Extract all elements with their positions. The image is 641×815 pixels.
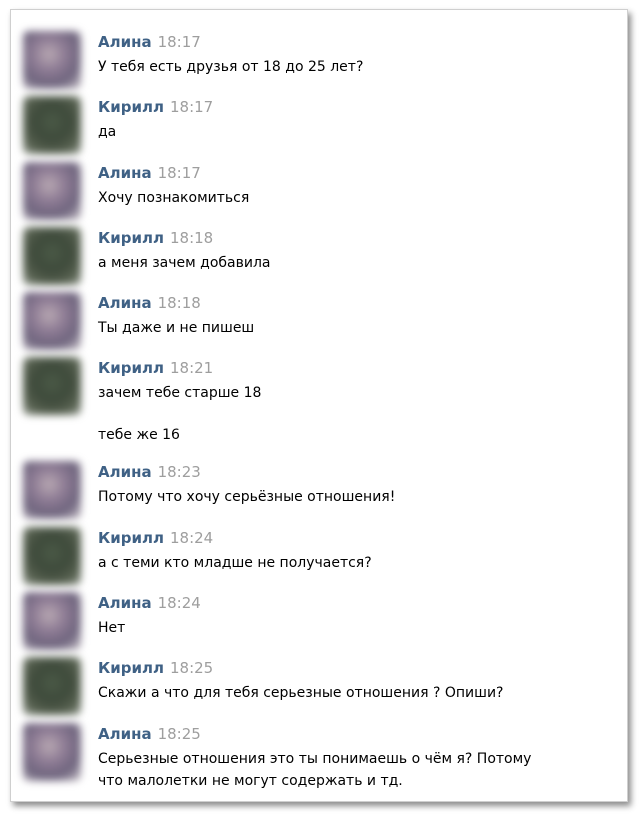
message-text: тебе же 16 — [98, 427, 180, 443]
author-name[interactable]: Алина — [98, 164, 152, 182]
message-text: Скажи а что для тебя серьезные отношения… — [98, 685, 504, 701]
avatar[interactable] — [23, 31, 81, 89]
message-text: Нет — [98, 620, 126, 636]
author-name[interactable]: Кирилл — [98, 359, 164, 377]
author-name[interactable]: Алина — [98, 725, 152, 743]
message-time: 18:21 — [170, 359, 214, 377]
message-time: 18:23 — [157, 463, 201, 481]
author-name[interactable]: Кирилл — [98, 229, 164, 247]
author-name[interactable]: Алина — [98, 33, 152, 51]
message-text: Серьезные отношения это ты понимаешь о ч… — [98, 751, 532, 767]
avatar[interactable] — [23, 657, 81, 715]
message-time: 18:18 — [157, 294, 201, 312]
message-header: Кирилл 18:25 — [98, 658, 213, 678]
message-time: 18:17 — [157, 164, 201, 182]
message-time: 18:24 — [170, 529, 214, 547]
message-time: 18:24 — [157, 594, 201, 612]
message-time: 18:17 — [157, 33, 201, 51]
author-name[interactable]: Кирилл — [98, 659, 164, 677]
message-time: 18:18 — [170, 229, 214, 247]
avatar[interactable] — [23, 96, 81, 154]
message-header: Кирилл 18:24 — [98, 528, 213, 548]
message-header: Кирилл 18:21 — [98, 358, 213, 378]
avatar[interactable] — [23, 162, 81, 220]
message-header: Кирилл 18:18 — [98, 228, 213, 248]
avatar[interactable] — [23, 357, 81, 415]
author-name[interactable]: Кирилл — [98, 529, 164, 547]
message-text: а меня зачем добавила — [98, 255, 271, 271]
message-header: Алина 18:17 — [98, 163, 201, 183]
message-header: Алина 18:17 — [98, 32, 201, 52]
avatar[interactable] — [23, 527, 81, 585]
message-text: что малолетки не могут содержать и тд. — [98, 773, 403, 789]
author-name[interactable]: Алина — [98, 463, 152, 481]
message-text: да — [98, 124, 117, 140]
message-header: Алина 18:23 — [98, 462, 201, 482]
message-text: У тебя есть друзья от 18 до 25 лет? — [98, 59, 364, 75]
author-name[interactable]: Кирилл — [98, 98, 164, 116]
author-name[interactable]: Алина — [98, 594, 152, 612]
author-name[interactable]: Алина — [98, 294, 152, 312]
message-text: зачем тебе старше 18 — [98, 385, 262, 401]
message-time: 18:25 — [157, 725, 201, 743]
avatar[interactable] — [23, 461, 81, 519]
message-header: Алина 18:18 — [98, 293, 201, 313]
message-text: Потому что хочу серьёзные отношения! — [98, 489, 396, 505]
message-header: Кирилл 18:17 — [98, 97, 213, 117]
message-text: Хочу познакомиться — [98, 190, 250, 206]
message-text: Ты даже и не пишеш — [98, 320, 255, 336]
message-time: 18:17 — [170, 98, 214, 116]
message-header: Алина 18:24 — [98, 593, 201, 613]
avatar[interactable] — [23, 723, 81, 781]
chat-window: Алина 18:17 У тебя есть друзья от 18 до 2… — [10, 9, 628, 802]
message-time: 18:25 — [170, 659, 214, 677]
avatar[interactable] — [23, 592, 81, 650]
avatar[interactable] — [23, 292, 81, 350]
message-text: а с теми кто младше не получается? — [98, 555, 372, 571]
avatar[interactable] — [23, 227, 81, 285]
message-header: Алина 18:25 — [98, 724, 201, 744]
